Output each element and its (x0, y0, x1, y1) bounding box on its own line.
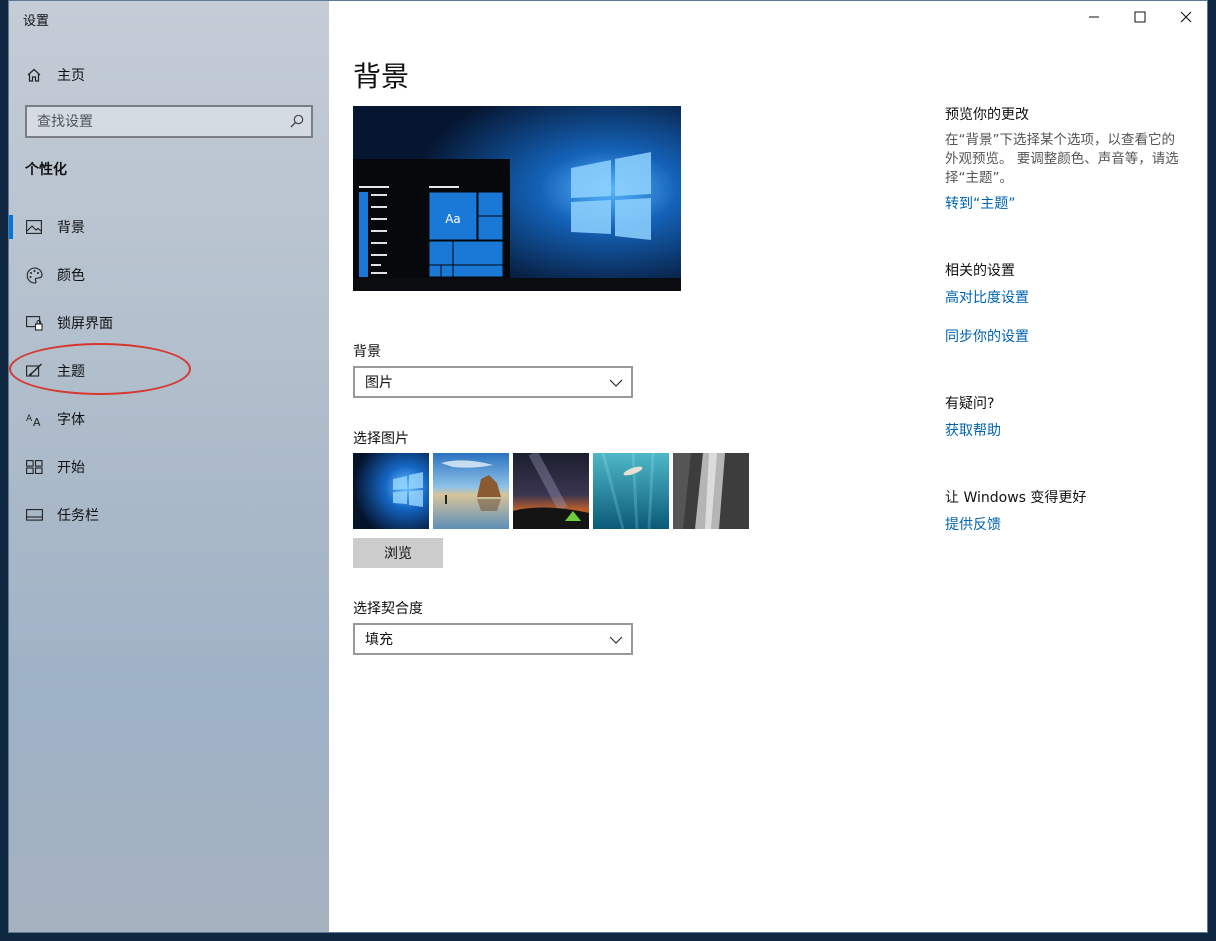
fit-dropdown-value: 填充 (365, 632, 393, 648)
page-title: 背景 (353, 60, 410, 93)
sidebar-item-label: 锁屏界面 (57, 316, 113, 332)
app-title: 设置 (23, 14, 50, 29)
thumbnail-rock-cliff[interactable] (673, 453, 749, 529)
chevron-down-icon (609, 375, 623, 389)
section-title: 个性化 (25, 162, 67, 178)
give-feedback-link[interactable]: 提供反馈 (945, 514, 1185, 534)
thumbnail-windows-hero[interactable] (353, 453, 429, 529)
home-icon (25, 66, 43, 84)
sidebar: 设置 主页 个性化 背景 颜色 (9, 1, 329, 932)
chevron-down-icon (609, 632, 623, 646)
sidebar-item-label: 主题 (57, 364, 85, 380)
palette-icon (25, 266, 43, 284)
preview-changes-description: 在“背景”下选择某个选项，以查看它的外观预览。 要调整颜色、声音等，请选择“主题… (945, 132, 1179, 186)
lock-screen-icon (25, 314, 43, 332)
sidebar-item-home[interactable]: 主页 (9, 59, 329, 91)
goto-theme-link[interactable]: 转到“主题” (945, 193, 1185, 213)
feedback-heading: 让 Windows 变得更好 (945, 490, 1087, 506)
settings-window: 设置 主页 个性化 背景 颜色 (8, 0, 1208, 933)
start-tiles-icon (25, 458, 43, 476)
background-preview: Aa (353, 106, 681, 291)
preview-tile-label: Aa (445, 212, 461, 226)
thumbnail-night-sky-tent[interactable] (513, 453, 589, 529)
fit-dropdown[interactable]: 填充 (353, 623, 633, 655)
close-button[interactable] (1163, 1, 1207, 33)
sidebar-item-fonts[interactable]: AA 字体 (9, 399, 329, 439)
background-dropdown-value: 图片 (365, 375, 393, 391)
thumbnail-underwater-swimmer[interactable] (593, 453, 669, 529)
sidebar-item-label: 背景 (57, 220, 85, 236)
search-icon[interactable] (289, 113, 305, 129)
taskbar-icon (25, 506, 43, 524)
svg-text:A: A (26, 414, 33, 424)
search-input[interactable] (27, 107, 287, 136)
sidebar-item-taskbar[interactable]: 任务栏 (9, 495, 329, 535)
theme-brush-icon (25, 362, 43, 380)
preview-changes-heading: 预览你的更改 (945, 107, 1029, 123)
sidebar-item-label: 颜色 (57, 268, 85, 284)
thumbnail-beach-rock[interactable] (433, 453, 509, 529)
minimize-button[interactable] (1071, 1, 1117, 33)
choose-picture-label: 选择图片 (353, 431, 409, 447)
maximize-button[interactable] (1117, 1, 1163, 33)
sidebar-item-background[interactable]: 背景 (9, 207, 329, 247)
background-dropdown[interactable]: 图片 (353, 366, 633, 398)
sidebar-item-lockscreen[interactable]: 锁屏界面 (9, 303, 329, 343)
sidebar-item-label: 开始 (57, 460, 85, 476)
maximize-icon (1134, 8, 1146, 27)
related-settings-heading: 相关的设置 (945, 263, 1015, 279)
fit-label: 选择契合度 (353, 601, 423, 617)
minimize-icon (1088, 8, 1100, 27)
picture-icon (25, 218, 43, 236)
close-icon (1180, 8, 1192, 27)
svg-text:A: A (33, 416, 41, 427)
sidebar-item-colors[interactable]: 颜色 (9, 255, 329, 295)
sidebar-item-label: 字体 (57, 412, 85, 428)
question-heading: 有疑问? (945, 396, 995, 412)
browse-button[interactable]: 浏览 (353, 538, 443, 568)
sidebar-item-start[interactable]: 开始 (9, 447, 329, 487)
sync-settings-link[interactable]: 同步你的设置 (945, 326, 1185, 346)
sidebar-item-label: 主页 (57, 68, 85, 84)
get-help-link[interactable]: 获取帮助 (945, 420, 1185, 440)
background-label: 背景 (353, 344, 381, 360)
sidebar-item-themes[interactable]: 主题 (9, 351, 329, 391)
font-icon: AA (25, 410, 43, 428)
high-contrast-link[interactable]: 高对比度设置 (945, 287, 1185, 307)
search-box (25, 105, 313, 138)
sidebar-item-label: 任务栏 (57, 508, 99, 524)
